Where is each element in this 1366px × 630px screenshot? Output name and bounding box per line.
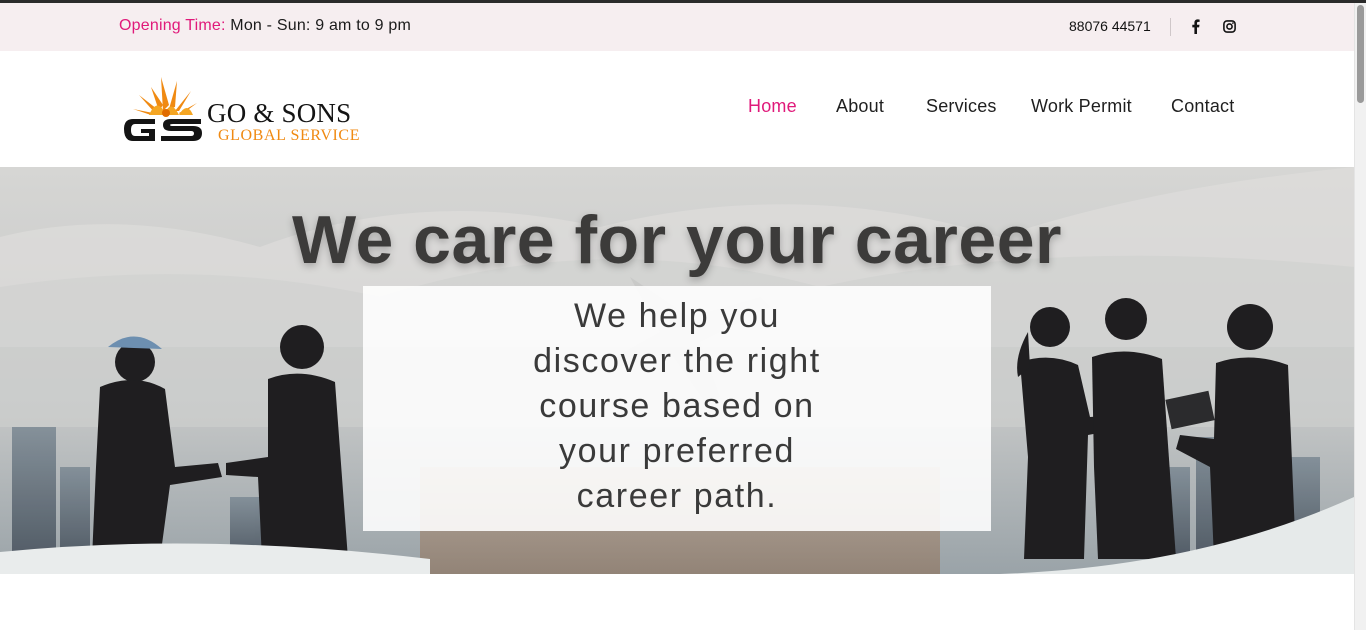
opening-time-value: Mon - Sun: 9 am to 9 pm bbox=[225, 17, 411, 34]
hero-line: course based on bbox=[539, 387, 815, 425]
logo-name: GO & SONS bbox=[207, 98, 352, 128]
instagram-icon[interactable] bbox=[1221, 17, 1237, 35]
top-info-bar: Opening Time: Mon - Sun: 9 am to 9 pm 88… bbox=[0, 3, 1354, 51]
hero-line: discover the right bbox=[533, 342, 821, 380]
nav-home[interactable]: Home bbox=[748, 96, 797, 117]
scrollbar-thumb[interactable] bbox=[1357, 5, 1364, 103]
phone-number[interactable]: 88076 44571 bbox=[1069, 18, 1151, 34]
site-logo[interactable]: GO & SONS GLOBAL SERVICE bbox=[121, 69, 371, 149]
hero-banner: We care for your career We help you disc… bbox=[0, 167, 1354, 574]
logo-emblem bbox=[124, 77, 202, 141]
opening-time: Opening Time: Mon - Sun: 9 am to 9 pm bbox=[119, 17, 411, 35]
logo-tagline: GLOBAL SERVICE bbox=[218, 127, 361, 144]
divider bbox=[1170, 18, 1171, 36]
hero-line: career path. bbox=[576, 477, 778, 515]
nav-work-permit[interactable]: Work Permit bbox=[1031, 96, 1132, 117]
hero-description: We help you discover the right course ba… bbox=[363, 294, 991, 519]
site-header: GO & SONS GLOBAL SERVICE Home About Serv… bbox=[0, 51, 1354, 167]
nav-services[interactable]: Services bbox=[926, 96, 997, 117]
hero-line: your preferred bbox=[559, 432, 795, 470]
opening-time-label: Opening Time: bbox=[119, 17, 226, 34]
page-scrollbar[interactable] bbox=[1354, 3, 1366, 630]
nav-about[interactable]: About bbox=[836, 96, 884, 117]
hero-title: We care for your career bbox=[292, 202, 1062, 278]
hero-text-box: We help you discover the right course ba… bbox=[363, 286, 991, 531]
hero-line: We help you bbox=[574, 297, 780, 335]
facebook-icon[interactable] bbox=[1187, 17, 1203, 35]
nav-contact[interactable]: Contact bbox=[1171, 96, 1234, 117]
